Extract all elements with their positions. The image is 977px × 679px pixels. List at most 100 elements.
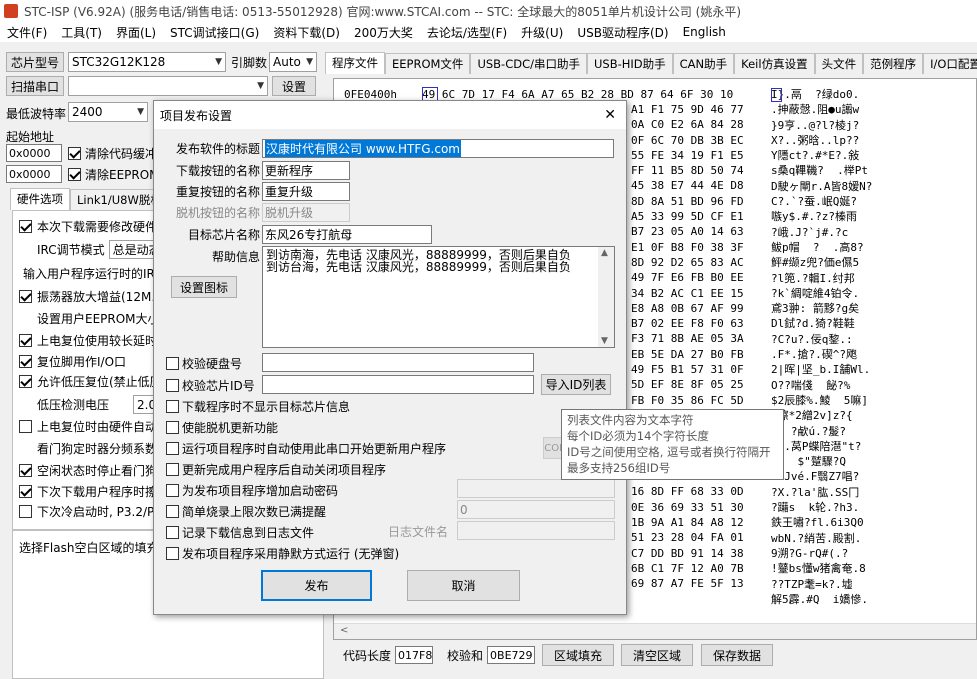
tooltip-line: ID号之间使用空格, 逗号或者换行符隔开 <box>567 445 771 459</box>
ascii-row: wbN.?綃苦.殿割. <box>771 531 862 545</box>
chip-id-input[interactable] <box>262 375 534 394</box>
option-checkbox[interactable] <box>19 334 32 347</box>
menu-usb-driver[interactable]: USB驱动程序(D) <box>570 24 675 41</box>
menu-english[interactable]: English <box>676 25 733 39</box>
menu-forum[interactable]: 去论坛/选型(F) <box>420 24 514 41</box>
tab-program-file[interactable]: 程序文件 <box>325 52 385 74</box>
eeprom-address-input[interactable]: 0x0000 <box>6 165 62 183</box>
option-checkbox[interactable] <box>19 505 32 518</box>
scroll-left-icon[interactable]: < <box>340 625 348 636</box>
option-checkbox[interactable] <box>166 526 179 539</box>
check-label: 使能脱机更新功能 <box>182 421 279 435</box>
option-checkbox[interactable] <box>19 464 32 477</box>
close-icon[interactable]: ✕ <box>604 107 616 123</box>
ascii-row: .F*.搶?.碶^?飑 <box>771 348 857 362</box>
tab-keil[interactable]: Keil仿真设置 <box>734 53 815 74</box>
download-button-name-input[interactable]: 更新程序 <box>262 161 350 180</box>
set-icon-button[interactable]: 设置图标 <box>171 276 237 298</box>
vertical-scrollbar[interactable]: ▲ ▼ <box>598 247 614 347</box>
chip-select[interactable]: STC32G12K128 ▼ <box>68 52 226 72</box>
option-label: 设置用户EEPROM大小 <box>37 312 160 326</box>
hex-row: 51 23 28 04 FA 01 <box>631 531 744 545</box>
cancel-button[interactable]: 取消 <box>407 570 520 601</box>
fill-area-button[interactable]: 区域填充 <box>542 644 614 666</box>
chevron-down-icon: ▼ <box>215 57 222 67</box>
save-data-button[interactable]: 保存数据 <box>701 644 773 666</box>
hex-row: B7 02 EE F8 F0 63 <box>631 317 744 331</box>
verify-chip-id-checkbox[interactable] <box>166 379 179 392</box>
clear-area-button[interactable]: 清空区域 <box>621 644 693 666</box>
option-checkbox[interactable] <box>19 220 32 233</box>
menu-upgrade[interactable]: 升级(U) <box>514 24 570 41</box>
settings-button[interactable]: 设置 <box>272 76 316 96</box>
field-label: 发布软件的标题 <box>175 142 260 156</box>
repeat-button-name-input[interactable]: 重复升级 <box>262 182 350 201</box>
tab-usb-hid[interactable]: USB-HID助手 <box>586 53 673 74</box>
hex-row: E1 0F B8 F0 38 3F <box>631 240 744 254</box>
menu-file[interactable]: 文件(F) <box>0 24 54 41</box>
ascii-row: 鲆#缬z兜?価e儑5 <box>771 256 860 270</box>
menu-interface[interactable]: 界面(L) <box>109 24 163 41</box>
pins-select[interactable]: Auto ▼ <box>269 52 317 72</box>
menu-debug[interactable]: STC调试接口(G) <box>163 24 266 41</box>
option-checkbox[interactable] <box>19 290 32 303</box>
port-select[interactable]: ▼ <box>68 76 268 96</box>
option-checkbox[interactable] <box>19 375 32 388</box>
app-icon <box>4 4 18 18</box>
option-checkbox[interactable] <box>166 484 179 497</box>
clear-eeprom-checkbox[interactable] <box>68 168 81 181</box>
option-checkbox[interactable] <box>19 485 32 498</box>
option-checkbox[interactable] <box>166 442 179 455</box>
ascii-row: ??TZP耄=k?.墟 <box>771 577 853 591</box>
tab-can[interactable]: CAN助手 <box>672 53 735 74</box>
import-id-list-button[interactable]: 导入ID列表 <box>541 374 611 395</box>
chevron-down-icon: ▼ <box>257 81 264 91</box>
option-checkbox[interactable] <box>166 463 179 476</box>
window-title: STC-ISP (V6.92A) (服务电话/销售电话: 0513-550129… <box>24 4 742 19</box>
chip-value: STC32G12K128 <box>72 55 166 69</box>
ascii-row: .抻蔽愨.阻●u譾w <box>771 103 860 117</box>
tab-io-config[interactable]: I/O口配置工具 <box>923 53 977 74</box>
tab-eeprom-file[interactable]: EEPROM文件 <box>385 53 471 74</box>
menu-download[interactable]: 资料下载(D) <box>266 24 347 41</box>
option-checkbox[interactable] <box>166 505 179 518</box>
tab-hardware[interactable]: 硬件选项 <box>10 188 70 210</box>
option-checkbox[interactable] <box>19 355 32 368</box>
checksum-label: 校验和 <box>447 648 484 663</box>
start-address-input[interactable]: 0x0000 <box>6 144 62 162</box>
field-label: 下载按钮的名称 <box>175 164 260 178</box>
hex-row: 0A C0 E2 6A 84 28 <box>631 118 744 132</box>
option-checkbox[interactable] <box>166 547 179 560</box>
code-length-value: 017F8 <box>395 646 434 664</box>
tab-header-file[interactable]: 头文件 <box>814 53 864 74</box>
menu-prize[interactable]: 200万大奖 <box>347 24 420 41</box>
disk-id-input[interactable] <box>262 353 534 372</box>
clear-code-checkbox[interactable] <box>68 147 81 160</box>
tab-examples[interactable]: 范例程序 <box>863 53 924 74</box>
horizontal-scrollbar[interactable]: < <box>334 623 976 639</box>
tab-usb-cdc[interactable]: USB-CDC/串口助手 <box>470 53 587 74</box>
pins-label: 引脚数 <box>231 56 268 70</box>
scroll-down-icon[interactable]: ▼ <box>601 335 608 347</box>
verify-disk-checkbox[interactable] <box>166 357 179 370</box>
title-input[interactable]: 汉康时代有限公司 www.HTFG.com <box>262 139 614 158</box>
chip-type-button[interactable]: 芯片型号 <box>6 52 64 72</box>
help-textarea[interactable]: 到访南海，先电话 汉康风光，88889999，否则后果自负 到访台海，先电话 汉… <box>262 246 615 348</box>
ascii-row: ?k`綢啶維4铂令. <box>771 286 860 300</box>
dialog-title: 项目发布设置 <box>160 108 233 123</box>
ascii-row: ?G.莴P蝶陪潖"t? <box>771 439 862 453</box>
hex-row: A1 F1 75 9D 46 77 <box>631 103 744 116</box>
menu-tools[interactable]: 工具(T) <box>54 24 109 41</box>
option-checkbox[interactable] <box>19 420 32 433</box>
hex-row: 49 F5 B1 57 31 0F <box>631 363 744 377</box>
target-chip-input[interactable]: 东风26专打航母 <box>262 225 432 244</box>
scroll-up-icon[interactable]: ▲ <box>601 247 608 259</box>
option-checkbox[interactable] <box>166 400 179 413</box>
clear-code-label: 清除代码缓冲 <box>85 147 158 161</box>
hex-row: B7 23 05 A0 14 63 <box>631 225 744 239</box>
scan-port-button[interactable]: 扫描串口 <box>6 76 64 96</box>
option-checkbox[interactable] <box>166 421 179 434</box>
publish-button[interactable]: 发布 <box>261 570 372 601</box>
baud-select[interactable]: 2400 ▼ <box>68 102 148 122</box>
ascii-row: Y隱ct?.#*E?.敍 <box>771 149 860 163</box>
